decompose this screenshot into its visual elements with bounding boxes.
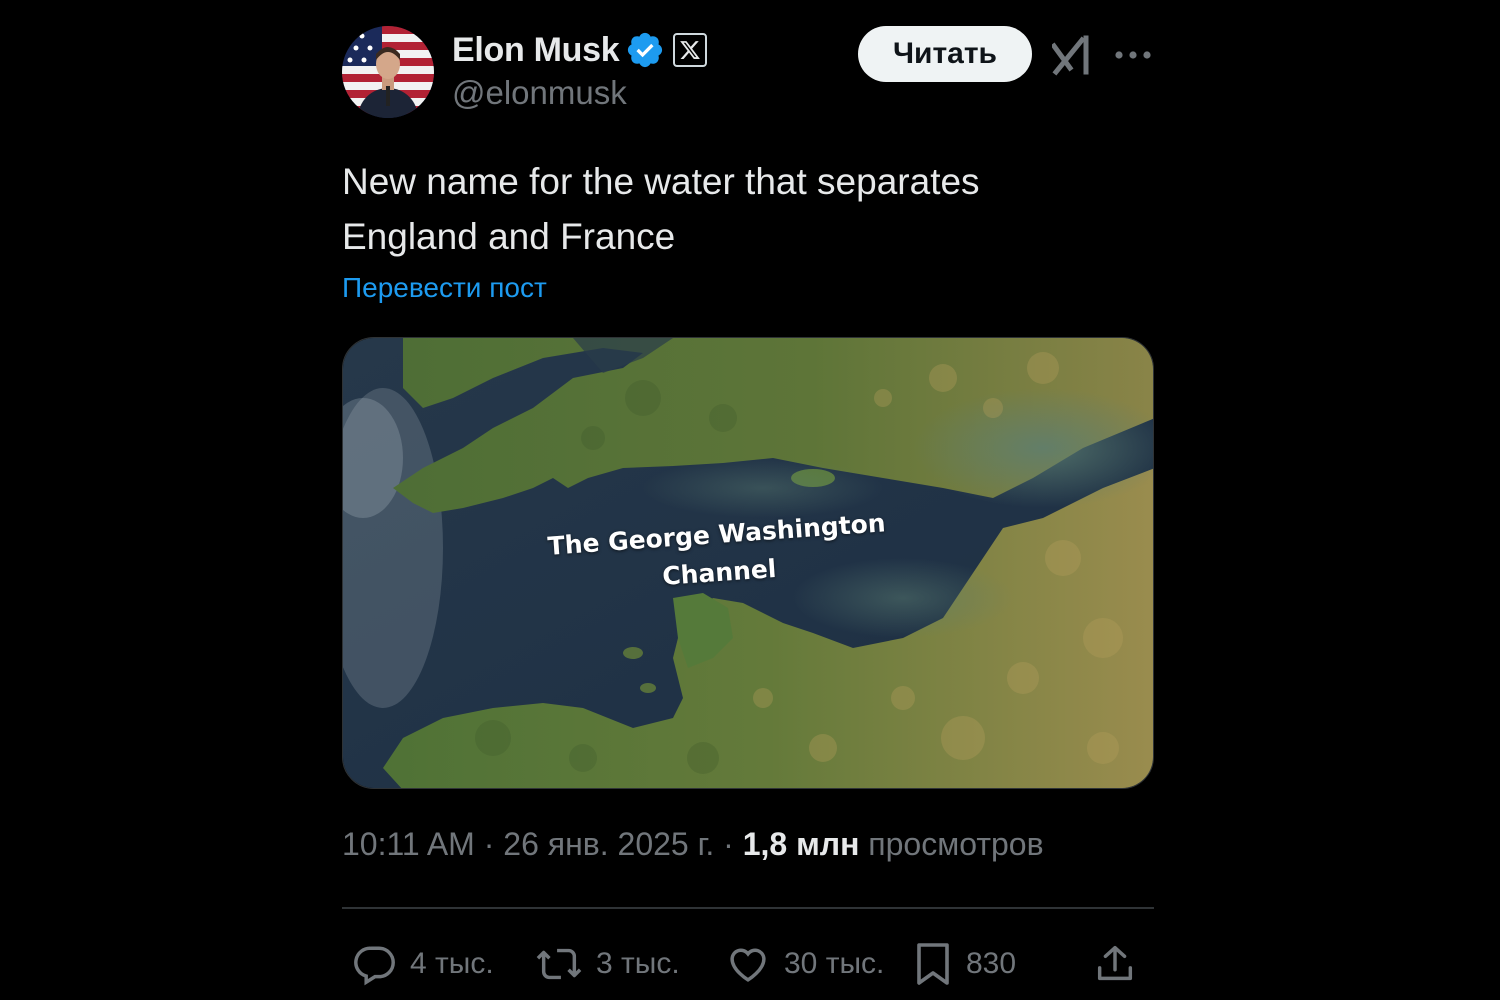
divider [342,907,1154,909]
follow-button[interactable]: Читать [858,26,1032,82]
translate-post-link[interactable]: Перевести пост [342,272,547,304]
like-count: 30 тыс. [784,947,885,980]
avatar-image [342,26,434,118]
avatar[interactable] [342,26,434,118]
repost-icon [536,948,582,980]
tweet-image[interactable]: The George Washington Channel [342,337,1154,789]
tweet-text: New name for the water that separates En… [342,154,1122,264]
tweet: Elon Musk @elonmusk Читать New name for … [342,24,1154,1000]
tweet-time[interactable]: 10:11 AM [342,826,475,862]
reply-count: 4 тыс. [410,947,494,980]
repost-count: 3 тыс. [596,947,680,980]
reply-button[interactable]: 4 тыс. [352,934,494,994]
verified-badge-icon[interactable] [625,30,665,70]
more-dots-icon[interactable] [1114,40,1152,70]
author-handle[interactable]: @elonmusk [452,74,627,112]
repost-button[interactable]: 3 тыс. [534,934,680,994]
bookmark-count: 830 [966,947,1017,980]
meta-separator: · [483,826,495,862]
grok-icon[interactable] [1052,32,1092,76]
tweet-meta: 10:11 AM · 26 янв. 2025 г. · 1,8 млн про… [342,826,1044,863]
share-icon [1097,945,1133,981]
bookmark-icon [917,943,949,985]
bookmark-button[interactable]: 830 [912,934,1016,994]
heart-icon [730,948,766,982]
tweet-text-line-2: England and France [342,216,676,257]
share-button[interactable] [1092,934,1138,994]
reply-icon [354,946,395,986]
views-count[interactable]: 1,8 млн [743,826,860,862]
affiliation-badge[interactable] [673,33,708,67]
views-label: просмотров [868,826,1044,862]
author-name-row: Elon Musk [452,28,708,72]
like-button[interactable]: 30 тыс. [724,934,884,994]
tweet-text-line-1: New name for the water that separates [342,161,980,202]
tweet-actions-bar: 4 тыс. 3 тыс. 30 тыс. 830 [342,934,1154,994]
tweet-date[interactable]: 26 янв. 2025 г. [503,826,714,862]
author-display-name[interactable]: Elon Musk [452,31,620,70]
meta-separator: · [723,826,734,862]
x-logo-icon [680,41,701,59]
